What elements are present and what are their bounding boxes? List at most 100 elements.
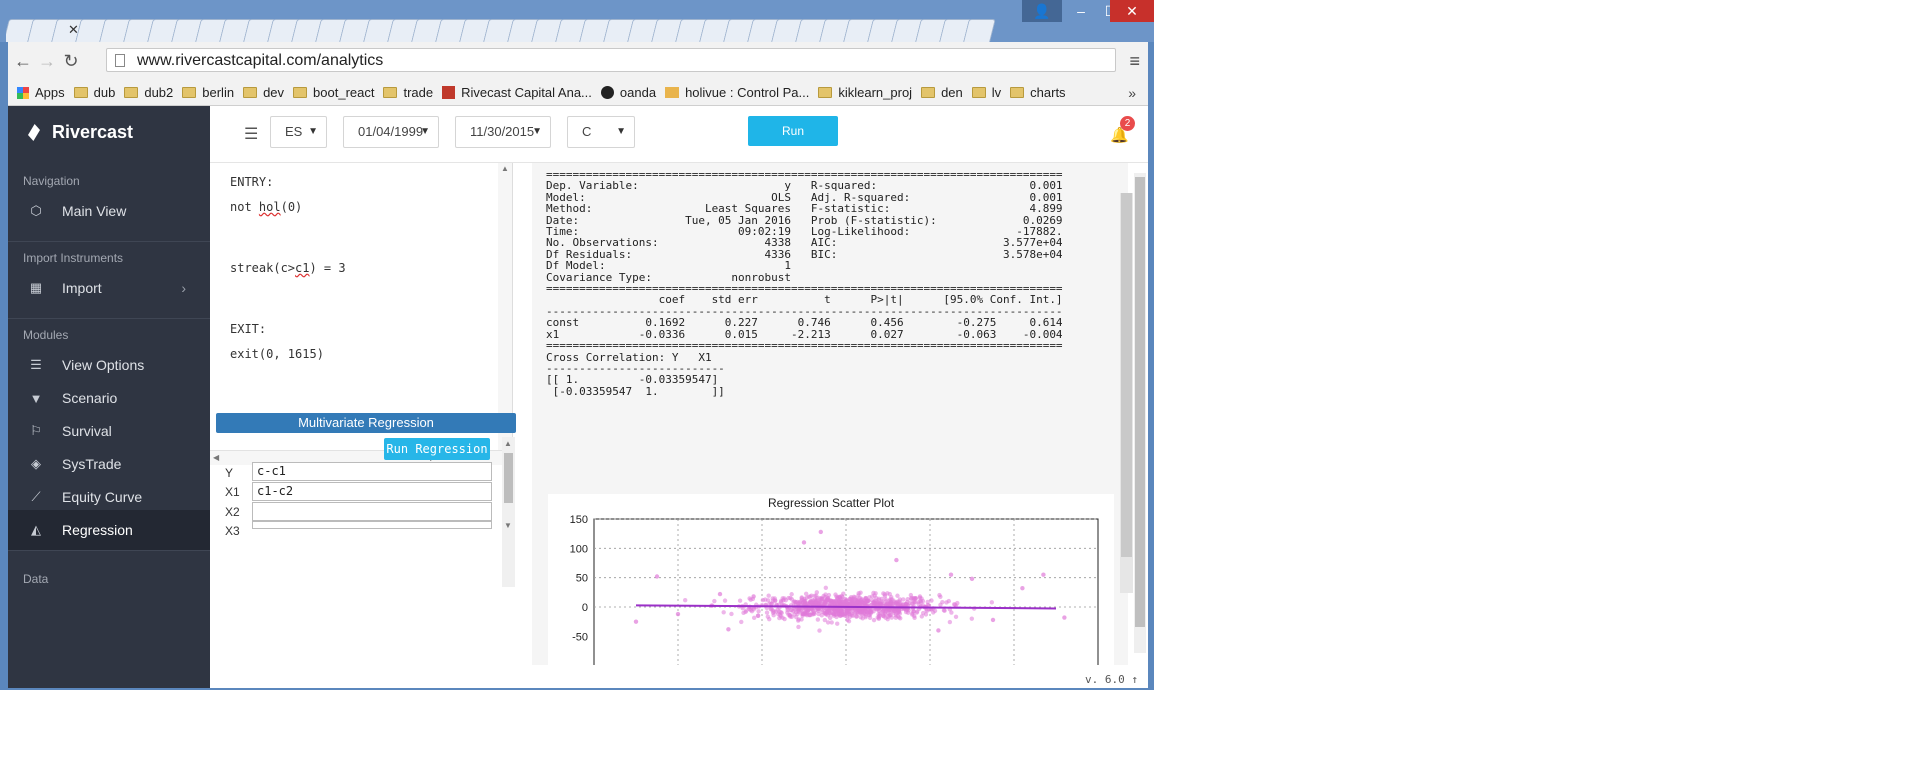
bookmark-label: Apps — [35, 85, 65, 100]
sidebar-item-label: View Options — [62, 357, 145, 373]
tab-close-icon[interactable]: ✕ — [68, 22, 79, 38]
y-field[interactable]: c-c1 — [252, 462, 492, 481]
code-text-misspelled: hol — [258, 200, 281, 214]
scatter-point — [764, 610, 770, 615]
scatter-point — [905, 610, 911, 615]
instrument-select[interactable]: ES ▼ — [270, 116, 327, 148]
bookmark-dub2[interactable]: dub2 — [124, 85, 173, 100]
inner-scrollbar-thumb[interactable] — [1121, 193, 1132, 557]
minimize-icon[interactable]: – — [1066, 0, 1096, 22]
scatter-point — [770, 610, 776, 616]
scatter-point — [889, 595, 894, 600]
address-bar[interactable]: www.rivercastcapital.com/analytics — [106, 48, 1116, 72]
scatter-point — [765, 614, 771, 619]
divider — [8, 318, 210, 319]
back-icon[interactable]: ← — [12, 51, 34, 72]
scatter-point — [894, 557, 899, 563]
x1-field[interactable]: c1-c2 — [252, 482, 492, 501]
code-line-3: exit(0, 1615) — [230, 347, 324, 361]
scatter-point — [916, 601, 921, 607]
scroll-down-icon[interactable]: ▼ — [504, 521, 512, 530]
inner-scrollbar-track[interactable] — [1120, 193, 1133, 593]
section-title-modules: Modules — [23, 328, 69, 342]
cube-icon: ◈ — [31, 456, 41, 471]
scroll-left-icon[interactable]: ◀ — [213, 453, 219, 462]
hamburger-icon[interactable]: ☰ — [244, 124, 258, 144]
end-date-value: 11/30/2015 — [470, 124, 535, 139]
field-select[interactable]: C ▼ — [567, 116, 635, 148]
run-button[interactable]: Run — [748, 116, 838, 146]
scroll-top-icon[interactable]: ↑ — [1131, 673, 1138, 686]
bookmark-kiklearn[interactable]: kiklearn_proj — [818, 85, 912, 100]
bookmark-holivue[interactable]: holivue : Control Pa... — [665, 85, 809, 100]
tab-strip[interactable] — [6, 19, 1016, 42]
scatter-point — [876, 596, 882, 602]
x2-field[interactable] — [252, 502, 492, 521]
scatter-point — [912, 600, 917, 605]
scatter-point — [888, 602, 893, 607]
bookmark-label: boot_react — [313, 85, 375, 100]
forward-icon[interactable]: → — [36, 51, 58, 72]
scatter-point — [801, 540, 807, 545]
y-tick-label: 100 — [570, 543, 588, 555]
scroll-up-icon[interactable]: ▲ — [501, 164, 509, 173]
line-chart-icon: ⟋ — [31, 489, 41, 504]
browser-window: ✕ 👤 – ☐ ✕ ← → ↻ www.rivercastcapital.com… — [0, 0, 1154, 690]
scatter-point — [739, 619, 744, 625]
scatter-point — [835, 621, 840, 626]
bookmark-berlin[interactable]: berlin — [182, 85, 234, 100]
start-date-select[interactable]: 01/04/1999 ▼ — [343, 116, 439, 148]
results-scrollbar[interactable] — [1120, 163, 1146, 663]
bookmark-label: berlin — [202, 85, 235, 100]
scatter-point — [751, 594, 756, 599]
scatter-point — [800, 611, 805, 617]
bookmark-oanda[interactable]: oanda — [600, 85, 656, 100]
scatter-point — [831, 600, 837, 605]
menu-icon[interactable]: ≡ — [1129, 51, 1140, 72]
bookmarks-more-icon[interactable]: » — [1128, 85, 1136, 101]
outer-scrollbar-thumb[interactable] — [1135, 177, 1145, 627]
regression-results: ========================================… — [532, 163, 1128, 665]
sidebar-item-label: Regression — [62, 522, 133, 538]
bookmark-dub[interactable]: dub — [73, 85, 115, 100]
browser-tab[interactable] — [963, 19, 996, 42]
bookmark-charts[interactable]: charts — [1010, 85, 1066, 100]
x3-field[interactable] — [252, 521, 492, 529]
scroll-up-icon[interactable]: ▲ — [504, 439, 512, 448]
sidebar-item-import[interactable]: ▦ Import › — [8, 268, 210, 308]
entry-label: ENTRY: — [230, 175, 274, 189]
end-date-select[interactable]: 11/30/2015 ▼ — [455, 116, 551, 148]
bookmark-lv[interactable]: lv — [971, 85, 1001, 100]
sidebar-item-regression[interactable]: ◭ Regression — [8, 510, 210, 550]
scatter-point — [938, 602, 943, 608]
bookmark-dev[interactable]: dev — [243, 85, 284, 100]
close-window-icon[interactable]: ✕ — [1110, 0, 1154, 22]
scatter-point — [989, 600, 995, 605]
scatter-point — [822, 617, 828, 623]
bookmark-den[interactable]: den — [921, 85, 963, 100]
bookmark-boot-react[interactable]: boot_react — [293, 85, 374, 100]
scatter-point — [812, 593, 817, 598]
bookmark-trade[interactable]: trade — [383, 85, 433, 100]
panel-scrollbar[interactable]: ▲ ▼ — [502, 437, 515, 587]
bookmark-rivecast[interactable]: Rivecast Capital Ana... — [442, 85, 592, 100]
scrollbar-thumb[interactable] — [504, 453, 513, 503]
scatter-point — [969, 616, 975, 621]
envelope-icon — [665, 87, 680, 98]
reload-icon[interactable]: ↻ — [60, 51, 82, 72]
caret-down-icon: ▼ — [616, 126, 626, 137]
brand[interactable]: Rivercast — [28, 122, 133, 143]
scatter-point — [848, 597, 853, 602]
scatter-point — [859, 598, 864, 603]
section-title-data: Data — [23, 572, 49, 586]
browser-toolbar: ← → ↻ www.rivercastcapital.com/analytics… — [8, 42, 1148, 81]
exit-label: EXIT: — [230, 322, 267, 336]
scatter-plot: Regression Scatter Plot 150 100 50 0 -50 — [548, 494, 1114, 665]
run-regression-button[interactable]: Run Regression — [384, 438, 490, 460]
profile-icon[interactable]: 👤 — [1022, 0, 1062, 22]
scatter-point — [804, 595, 809, 601]
folder-icon — [243, 87, 258, 98]
bookmark-apps[interactable]: Apps — [17, 85, 65, 100]
scatter-point — [744, 608, 749, 613]
sidebar-item-main-view[interactable]: ⬡ Main View — [8, 191, 210, 231]
